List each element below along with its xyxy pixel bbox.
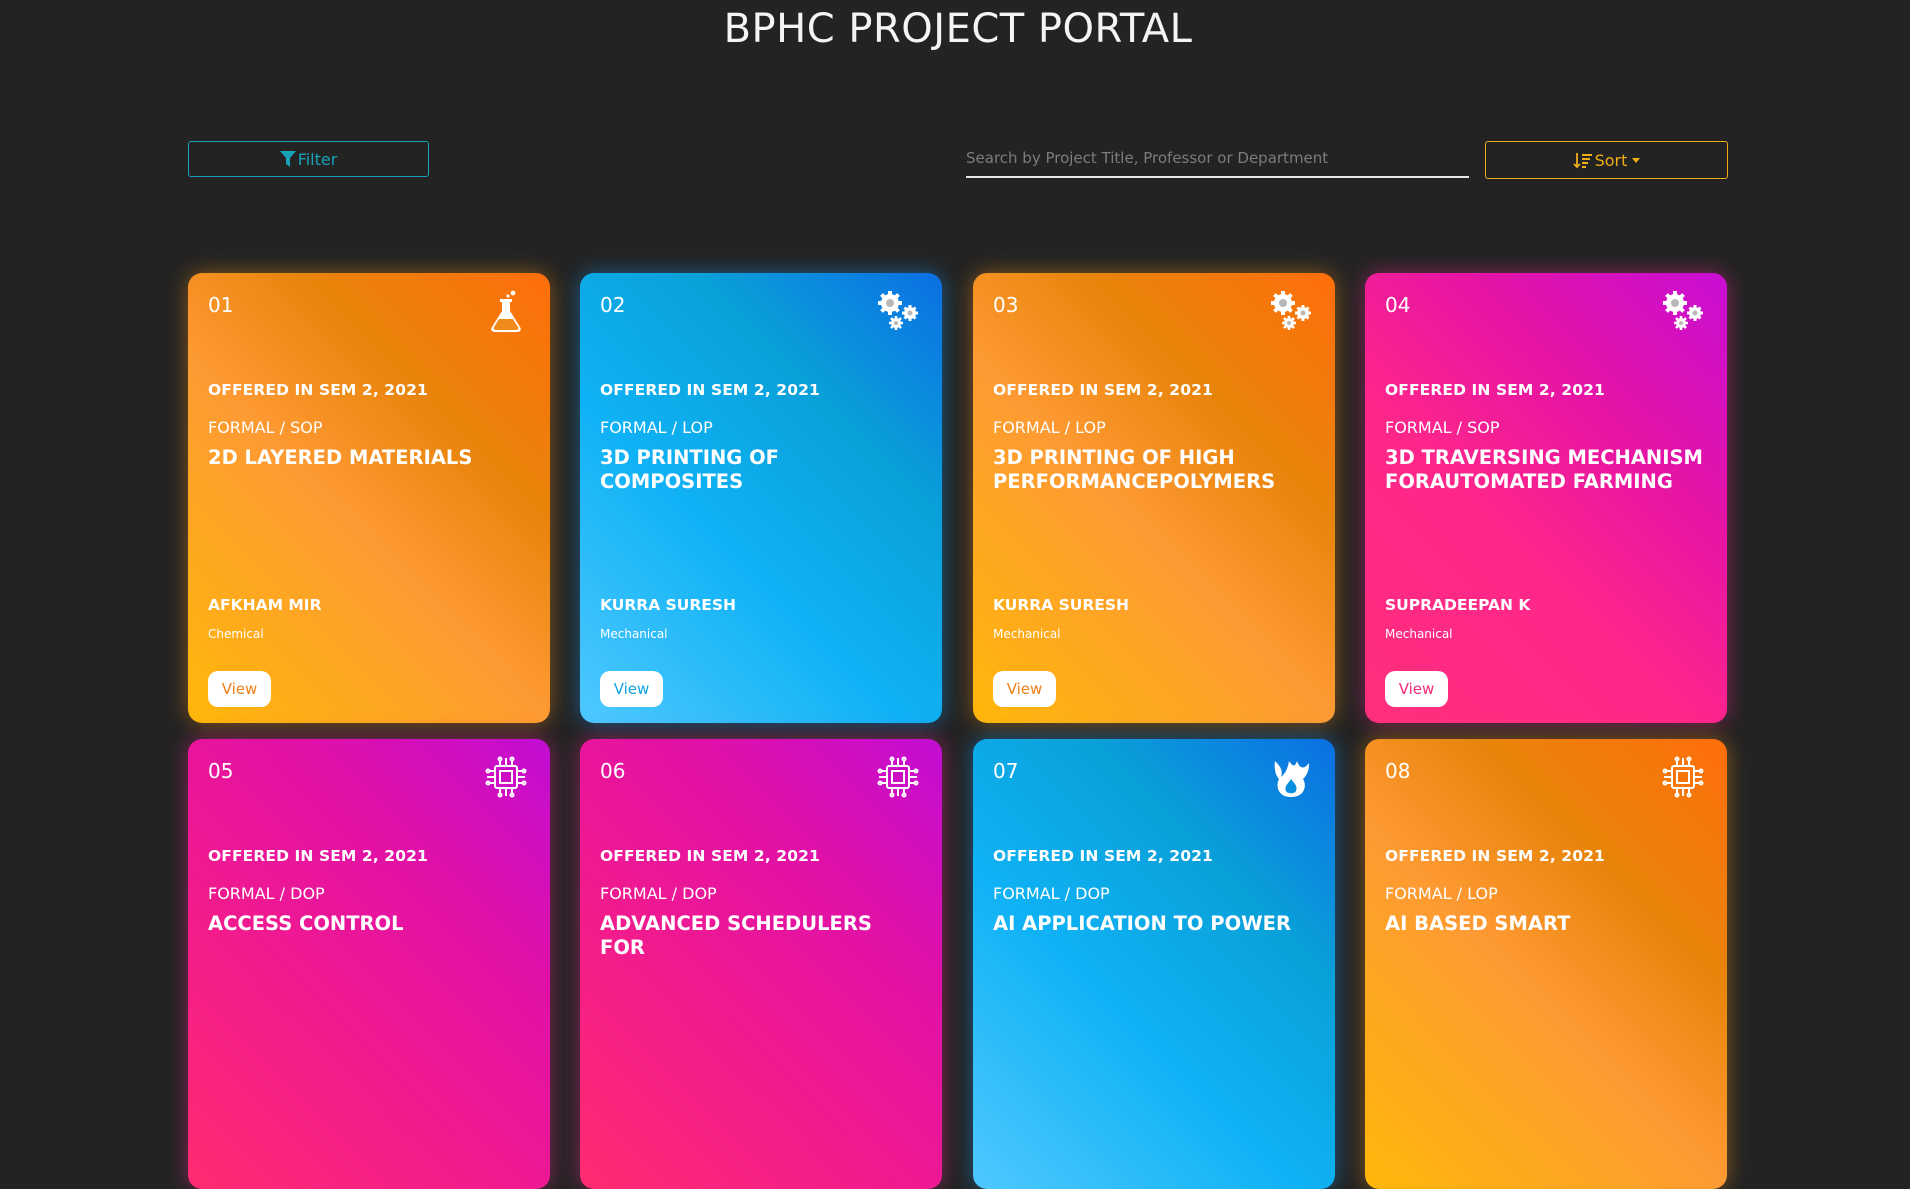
project-card[interactable]: 01 OFFERED IN SEM 2, 2021 FORMAL / SOP 2D L… (188, 273, 550, 723)
card-number: 06 (600, 759, 626, 783)
card-project-type: FORMAL / LOP (993, 418, 1106, 437)
card-project-type: FORMAL / LOP (1385, 884, 1498, 903)
project-card[interactable]: 06 OFFERED IN SEM 2, 2021 FORMAL / DOP ADVA… (580, 739, 942, 1189)
chip-icon (485, 756, 527, 798)
card-department: Mechanical (1385, 627, 1453, 641)
gears-icon (876, 289, 920, 332)
card-number: 08 (1385, 759, 1411, 783)
chip-icon (1662, 756, 1704, 798)
chip-icon (877, 756, 919, 798)
page-title: BPHC PROJECT PORTAL (723, 6, 1193, 52)
card-offered: OFFERED IN SEM 2, 2021 (1385, 847, 1605, 865)
filter-label: Filter (297, 149, 338, 169)
card-project-type: FORMAL / SOP (1385, 418, 1500, 437)
card-department: Mechanical (993, 627, 1061, 641)
view-button[interactable]: View (208, 671, 271, 707)
card-number: 04 (1385, 293, 1411, 317)
card-professor: AFKHAM MIR (208, 596, 322, 614)
card-professor: KURRA SURESH (993, 596, 1129, 614)
view-button[interactable]: View (993, 671, 1056, 707)
project-card[interactable]: 02 OFFERED IN SEM 2, 2021 FORMAL / LOP 3D P… (580, 273, 942, 723)
card-number: 01 (208, 293, 234, 317)
card-title: 2D LAYERED MATERIALS (208, 446, 473, 469)
project-card[interactable]: 08 OFFERED IN SEM 2, 2021 FORMAL / LOP AI B… (1365, 739, 1727, 1189)
card-department: Mechanical (600, 627, 668, 641)
project-card[interactable]: 05 OFFERED IN SEM 2, 2021 FORMAL / DOP ACCE… (188, 739, 550, 1189)
card-project-type: FORMAL / DOP (600, 884, 717, 903)
card-offered: OFFERED IN SEM 2, 2021 (993, 381, 1213, 399)
card-project-type: FORMAL / LOP (600, 418, 713, 437)
view-button[interactable]: View (600, 671, 663, 707)
card-professor: KURRA SURESH (600, 596, 736, 614)
card-department: Chemical (208, 627, 264, 641)
fire-icon (1274, 761, 1309, 797)
card-offered: OFFERED IN SEM 2, 2021 (600, 381, 820, 399)
project-card[interactable]: 03 OFFERED IN SEM 2, 2021 FORMAL / LOP 3D P… (973, 273, 1335, 723)
card-title: 3D PRINTING OF COMPOSITES (600, 446, 779, 493)
search-input[interactable] (966, 141, 1469, 175)
sort-button[interactable]: Sort (1485, 141, 1728, 179)
card-number: 02 (600, 293, 626, 317)
card-number: 05 (208, 759, 234, 783)
view-button[interactable]: View (1385, 671, 1448, 707)
filter-icon (279, 150, 296, 167)
chevron-down-icon (1632, 157, 1641, 163)
project-card[interactable]: 07 OFFERED IN SEM 2, 2021 FORMAL / DOP AI A… (973, 739, 1335, 1189)
card-professor: SUPRADEEPAN K (1385, 596, 1531, 614)
gears-icon (1661, 289, 1705, 332)
gears-icon (1269, 289, 1313, 332)
card-project-type: FORMAL / DOP (993, 884, 1110, 903)
card-title: 3D PRINTING OF HIGH PERFORMANCEPOLYMERS (993, 446, 1276, 493)
sort-icon (1572, 152, 1592, 168)
card-title: AI APPLICATION TO POWER (993, 912, 1292, 935)
card-offered: OFFERED IN SEM 2, 2021 (1385, 381, 1605, 399)
card-project-type: FORMAL / SOP (208, 418, 323, 437)
card-offered: OFFERED IN SEM 2, 2021 (993, 847, 1213, 865)
search-box[interactable] (966, 141, 1469, 178)
card-title: AI BASED SMART (1385, 912, 1571, 935)
card-title: ACCESS CONTROL (208, 912, 404, 935)
card-offered: OFFERED IN SEM 2, 2021 (208, 847, 428, 865)
card-project-type: FORMAL / DOP (208, 884, 325, 903)
filter-button[interactable]: Filter (188, 141, 429, 177)
project-card[interactable]: 04 OFFERED IN SEM 2, 2021 FORMAL / SOP 3D T… (1365, 273, 1727, 723)
sort-label: Sort (1594, 150, 1628, 170)
card-title: 3D TRAVERSING MECHANISM FORAUTOMATED FAR… (1385, 446, 1703, 493)
card-offered: OFFERED IN SEM 2, 2021 (208, 381, 428, 399)
card-number: 07 (993, 759, 1019, 783)
flask-icon (491, 290, 521, 332)
card-offered: OFFERED IN SEM 2, 2021 (600, 847, 820, 865)
card-title: ADVANCED SCHEDULERS FOR (600, 912, 872, 959)
card-number: 03 (993, 293, 1019, 317)
